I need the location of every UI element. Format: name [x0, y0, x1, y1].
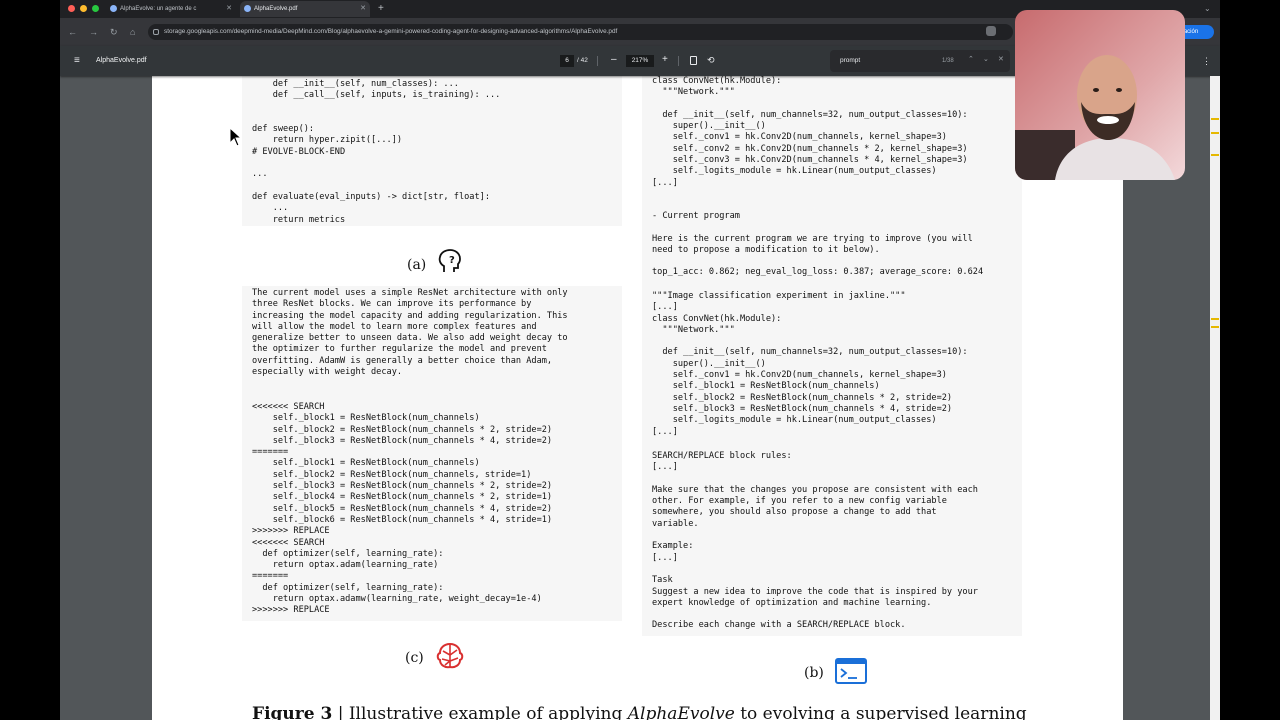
tab-search-icon[interactable]: ⌄ — [1204, 2, 1211, 16]
maximize-window-button[interactable] — [92, 5, 99, 12]
thinking-head-icon: ? — [438, 249, 461, 272]
tab-title: AlphaEvolve.pdf — [254, 6, 298, 12]
browser-tab-1[interactable]: AlphaEvolve: un agente de c ✕ — [106, 1, 236, 17]
find-bar: prompt 1/38 ⌃ ⌄ ✕ — [830, 50, 1010, 72]
search-match-marker — [1211, 118, 1219, 120]
figure-caption: Figure 3 | Illustrative example of apply… — [252, 704, 1027, 720]
find-input[interactable]: prompt — [840, 56, 860, 66]
back-button[interactable]: ← — [68, 26, 77, 38]
search-replace-diff: <<<<<<< SEARCH self._block1 = ResNetBloc… — [252, 402, 553, 616]
zoom-in-button[interactable]: + — [662, 54, 668, 66]
prompt-current-program: - Current program Here is the current pr… — [652, 211, 984, 278]
search-match-marker — [1211, 326, 1219, 328]
reload-button[interactable]: ↻ — [110, 26, 118, 38]
fit-page-icon[interactable] — [690, 56, 697, 65]
extension-icon[interactable] — [986, 26, 996, 36]
home-button[interactable]: ⌂ — [130, 26, 135, 38]
rotate-icon[interactable]: ⟲ — [707, 54, 715, 66]
svg-text:?: ? — [449, 255, 455, 266]
browser-tab-2[interactable]: AlphaEvolve.pdf ✕ — [240, 1, 370, 17]
minimize-window-button[interactable] — [80, 5, 87, 12]
llm-response-text: The current model uses a simple ResNet a… — [252, 288, 568, 378]
page-total: / 42 — [577, 57, 588, 64]
presenter-video-image — [1015, 10, 1185, 180]
zoom-out-button[interactable]: – — [611, 54, 617, 66]
pdf-page: def __init__(self, num_classes): ... def… — [152, 76, 1123, 720]
code-block-current-program: """Image classification experiment in ja… — [652, 291, 968, 437]
tab-favicon-icon — [110, 5, 117, 12]
url-input[interactable]: storage.googleapis.com/deepmind-media/De… — [148, 24, 1013, 40]
vertical-scrollbar[interactable] — [1210, 76, 1220, 720]
url-text: storage.googleapis.com/deepmind-media/De… — [164, 28, 618, 35]
search-match-marker — [1211, 154, 1219, 156]
find-next-icon[interactable]: ⌄ — [983, 55, 989, 65]
brain-network-icon — [436, 642, 464, 669]
tab-favicon-icon — [244, 5, 251, 12]
terminal-icon — [835, 658, 867, 684]
more-options-icon[interactable]: ⋮ — [1202, 55, 1211, 67]
tab-close-icon[interactable]: ✕ — [360, 1, 366, 17]
close-window-button[interactable] — [68, 5, 75, 12]
toolbar-divider — [597, 56, 598, 66]
search-match-marker — [1211, 132, 1219, 134]
code-block-evaluate: def __init__(self, num_classes): ... def… — [252, 79, 501, 225]
subfigure-label-c: (c) — [405, 650, 424, 666]
code-block-convnet: class ConvNet(hk.Module): """Network."""… — [652, 76, 968, 188]
page-number-input[interactable]: 6 — [560, 55, 574, 67]
mouse-cursor-icon — [229, 127, 243, 147]
tab-title: AlphaEvolve: un agente de c — [120, 6, 197, 12]
subfigure-label-b: (b) — [804, 665, 824, 681]
site-info-icon[interactable] — [153, 29, 159, 35]
subfigure-label-a: (a) — [407, 257, 427, 273]
find-close-icon[interactable]: ✕ — [998, 55, 1004, 65]
new-tab-button[interactable]: + — [378, 1, 384, 17]
menu-icon[interactable]: ≡ — [74, 55, 80, 67]
toolbar-divider — [678, 56, 679, 66]
find-match-count: 1/38 — [942, 58, 954, 64]
search-match-marker — [1211, 318, 1219, 320]
pdf-filename: AlphaEvolve.pdf — [96, 57, 147, 64]
forward-button[interactable]: → — [89, 26, 98, 38]
find-previous-icon[interactable]: ⌃ — [968, 55, 974, 65]
prompt-instructions: SEARCH/REPLACE block rules: [...] Make s… — [652, 451, 978, 631]
tab-close-icon[interactable]: ✕ — [226, 1, 232, 17]
webcam-overlay — [1015, 10, 1185, 180]
zoom-level-input[interactable]: 217% — [626, 55, 654, 67]
